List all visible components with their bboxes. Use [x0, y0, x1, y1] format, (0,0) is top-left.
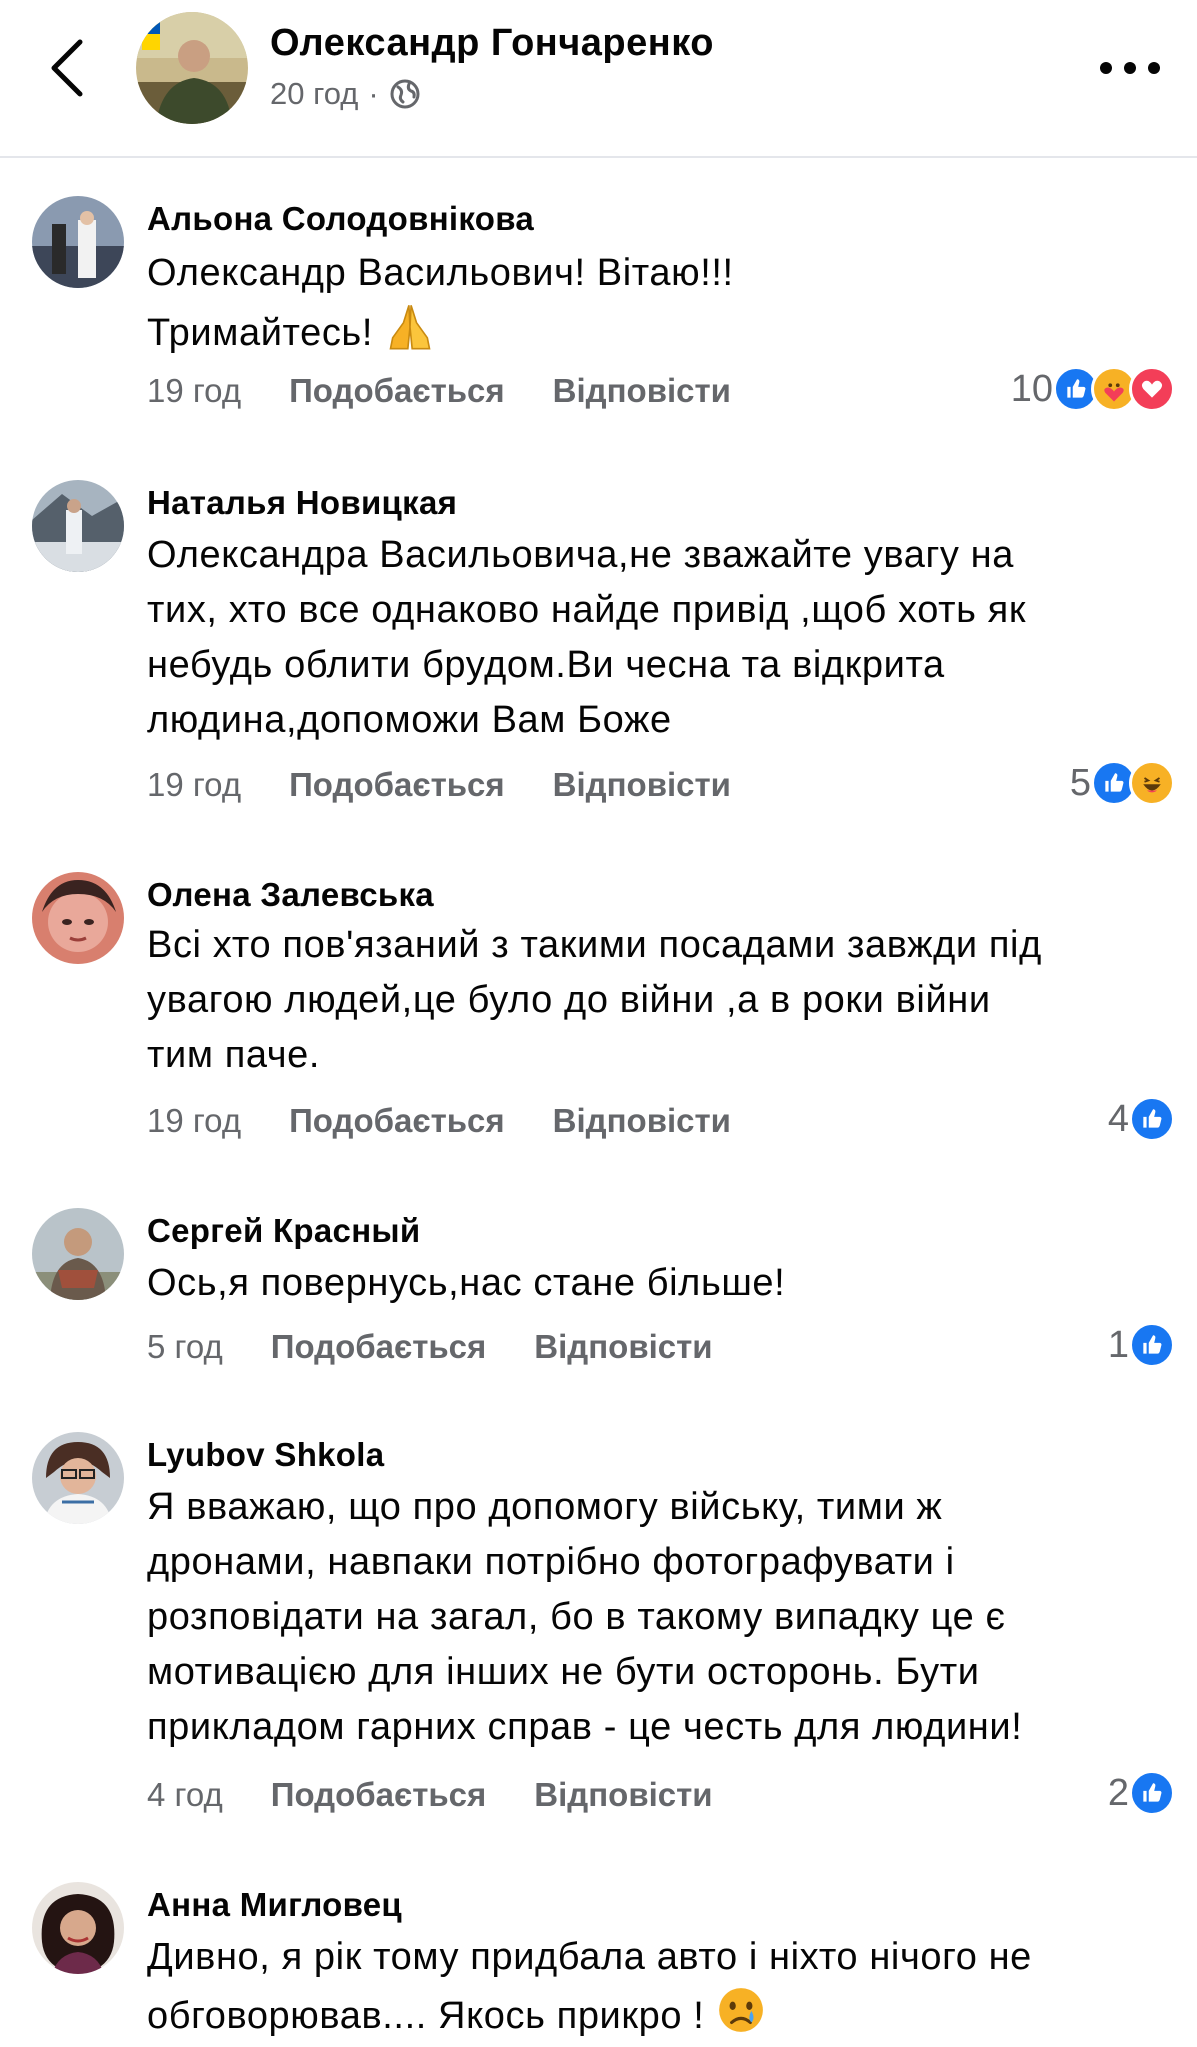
reactions-summary[interactable]: 10 — [1011, 366, 1175, 412]
comment-text: Ось,я повернусь,нас стане більше! — [147, 1262, 786, 1304]
commenter-avatar[interactable] — [32, 1208, 124, 1300]
commenter-name[interactable]: Альона Солодовнікова — [147, 200, 534, 238]
post-meta: 20 год · — [270, 76, 421, 112]
globe-icon — [389, 78, 421, 110]
commenter-avatar[interactable] — [32, 196, 124, 288]
comment-actions: 19 год Подобається Відповісти — [147, 1102, 731, 1140]
commenter-name[interactable]: Анна Мигловец — [147, 1886, 402, 1924]
reaction-count: 2 — [1107, 1771, 1129, 1814]
comment-actions: 19 год Подобається Відповісти — [147, 766, 731, 804]
like-button[interactable]: Подобається — [289, 1102, 505, 1140]
reply-button[interactable]: Відповісти — [553, 766, 731, 804]
comment-time[interactable]: 19 год — [147, 766, 241, 804]
like-button[interactable]: Подобається — [289, 766, 505, 804]
reply-button[interactable]: Відповісти — [553, 372, 731, 410]
commenter-avatar[interactable] — [32, 1432, 124, 1524]
meta-separator: · — [368, 76, 379, 111]
comment-actions: 19 год Подобається Відповісти — [147, 372, 731, 410]
folded-hands-emoji — [384, 301, 436, 369]
post-header: Олександр Гончаренко 20 год · — [0, 0, 1197, 158]
comment-text: Всі хто пов'язаний з такими посадами зав… — [147, 924, 1042, 1076]
reaction-count: 4 — [1107, 1097, 1129, 1140]
like-reaction-icon — [1129, 1096, 1175, 1142]
reactions-summary[interactable]: 4 — [1108, 1096, 1175, 1142]
commenter-avatar[interactable] — [32, 480, 124, 572]
more-options-button[interactable] — [1100, 50, 1160, 86]
reactions-summary[interactable]: 5 — [1070, 760, 1175, 806]
commenter-avatar[interactable] — [32, 872, 124, 964]
comment-time[interactable]: 19 год — [147, 1102, 241, 1140]
reply-button[interactable]: Відповісти — [534, 1776, 712, 1814]
commenter-avatar[interactable] — [32, 1882, 124, 1974]
reactions-summary[interactable]: 1 — [1108, 1322, 1175, 1368]
author-name[interactable]: Олександр Гончаренко — [270, 22, 714, 65]
reactions-summary[interactable]: 2 — [1108, 1770, 1175, 1816]
author-avatar[interactable] — [136, 12, 248, 124]
haha-reaction-icon — [1129, 760, 1175, 806]
comment-time[interactable]: 4 год — [147, 1776, 223, 1814]
chevron-left-icon — [51, 39, 83, 97]
commenter-name[interactable]: Lyubov Shkola — [147, 1436, 384, 1474]
reply-button[interactable]: Відповісти — [553, 1102, 731, 1140]
comment-text: Олександра Васильовича,не зважайте увагу… — [147, 534, 1027, 741]
back-button[interactable] — [40, 36, 96, 100]
like-button[interactable]: Подобається — [289, 372, 505, 410]
like-button[interactable]: Подобається — [271, 1776, 487, 1814]
commenter-name[interactable]: Сергей Красный — [147, 1212, 421, 1250]
reply-button[interactable]: Відповісти — [534, 1328, 712, 1366]
reaction-count: 1 — [1107, 1323, 1129, 1366]
comment-actions: 5 год Подобається Відповісти — [147, 1328, 713, 1366]
comment-text: Олександр Васильович! Вітаю!!! Тримайтес… — [147, 246, 1177, 369]
reaction-count: 10 — [1010, 367, 1053, 410]
comment-actions: 4 год Подобається Відповісти — [147, 1776, 713, 1814]
commenter-name[interactable]: Олена Залевська — [147, 876, 434, 914]
like-reaction-icon — [1129, 1770, 1175, 1816]
reaction-count: 5 — [1069, 761, 1091, 804]
post-time[interactable]: 20 год — [270, 76, 358, 112]
comment-text: Я вважаю, що про допомогу війську, тими … — [147, 1486, 1023, 1748]
like-button[interactable]: Подобається — [271, 1328, 487, 1366]
more-dots-icon — [1100, 62, 1112, 74]
crying-face-emoji — [716, 1985, 766, 2047]
like-reaction-icon — [1129, 1322, 1175, 1368]
love-reaction-icon — [1129, 366, 1175, 412]
comment-text: Дивно, я рік тому придбала авто і ніхто … — [147, 1930, 1177, 2047]
comment-time[interactable]: 5 год — [147, 1328, 223, 1366]
commenter-name[interactable]: Наталья Новицкая — [147, 484, 457, 522]
comment-time[interactable]: 19 год — [147, 372, 241, 410]
